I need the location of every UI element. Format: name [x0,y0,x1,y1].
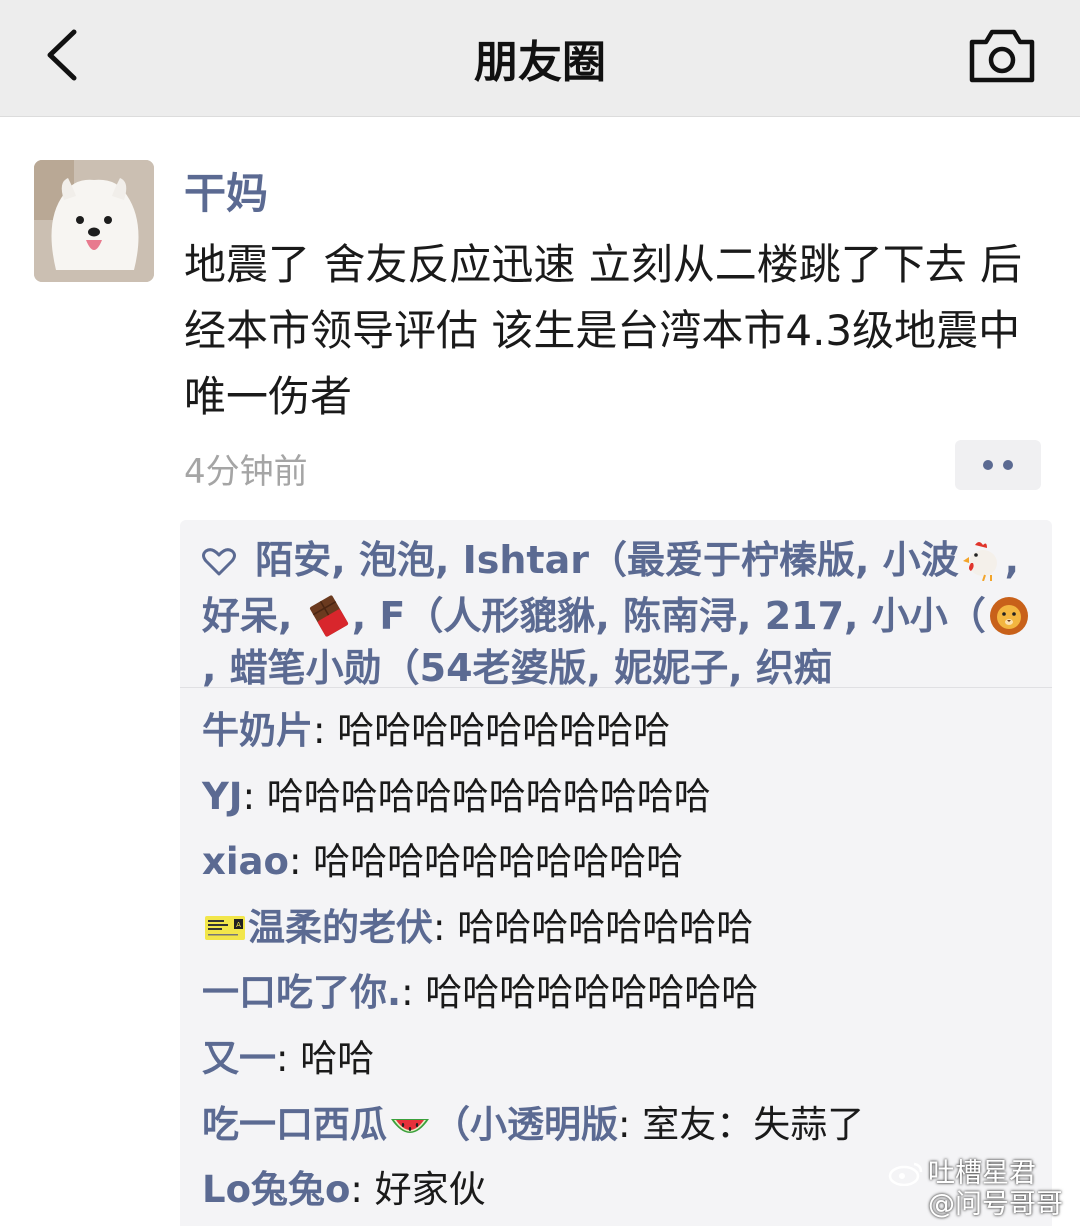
comment-item[interactable]: A 温柔的老伏: 哈哈哈哈哈哈哈哈 [202,895,1042,961]
comment-author-tail[interactable]: （小透明版 [433,1103,618,1146]
avatar[interactable] [34,160,154,282]
watermark-line2: @问号哥哥 [928,1189,1063,1220]
watermark-line1: 吐槽星君 [888,1158,1074,1189]
like-name[interactable]: Ishtar（最爱于柠榛版 [463,538,855,582]
like-name[interactable]: F（人形貔貅 [379,594,595,638]
comment-item[interactable]: YJ: 哈哈哈哈哈哈哈哈哈哈哈哈 [202,764,1042,830]
heart-icon [202,538,242,590]
comment-text: 哈哈哈哈哈哈哈哈哈哈 [313,840,684,884]
comment-text: 哈哈 [300,1036,375,1080]
comment-text: 哈哈哈哈哈哈哈哈哈 [425,971,759,1015]
comment-text: 哈哈哈哈哈哈哈哈哈哈哈哈 [266,774,711,818]
comment-item[interactable]: 牛奶片: 哈哈哈哈哈哈哈哈哈 [202,698,1042,764]
dot-icon [983,460,993,470]
like-name[interactable]: 织痴 [756,646,832,690]
chocolate-emoji[interactable] [308,595,350,637]
svg-text:A: A [236,921,241,929]
like-name[interactable]: 陌安 [255,538,331,582]
post-author[interactable]: 干妈 [184,160,268,221]
comment-author[interactable]: YJ [202,775,243,818]
comment-author[interactable]: xiao [202,840,289,883]
like-name[interactable]: 陈南浔 [623,594,737,638]
divider [180,687,1052,688]
like-name[interactable]: 小小（ [872,594,986,638]
weibo-logo-icon [888,1162,923,1187]
like-name[interactable]: 好呆 [202,594,278,638]
post-text: 地震了 舍友反应迅速 立刻从二楼跳了下去 后经本市领导评估 该生是台湾本市4.3… [184,240,1023,421]
watermelon-emoji [389,1100,431,1142]
like-name[interactable]: 小波 [883,538,959,582]
comment-text: 室友：失蒜了 [642,1102,865,1146]
camera-icon [969,29,1035,83]
like-name[interactable]: 217 [765,594,844,638]
like-name[interactable]: 妮妮子 [614,646,728,690]
page-title: 朋友圈 [474,37,606,88]
comment-item[interactable]: 一口吃了你.: 哈哈哈哈哈哈哈哈哈 [202,960,1042,1026]
camera-button[interactable] [962,22,1042,88]
like-name[interactable]: 蜡笔小勋（54老婆版 [230,646,587,690]
comment-author[interactable]: 吃一口西瓜 [202,1103,387,1146]
interaction-panel: 陌安, 泡泡, Ishtar（最爱于柠榛版, 小波, 好呆, , F（人形貔貅,… [180,520,1052,1226]
samoyed-dog-avatar [34,160,154,282]
lion-emoji [988,595,1030,637]
concert-ticket-emoji: A [204,903,246,945]
comment-text: 哈哈哈哈哈哈哈哈 [457,905,754,949]
post-time: 4分钟前 [184,452,308,492]
comment-author[interactable]: Lo兔兔o [202,1168,350,1211]
rooster-emoji [961,539,1003,582]
comment-author[interactable]: 温柔的老伏 [248,906,433,949]
comment-text: 好家伙 [374,1168,486,1212]
likes-list: 陌安, 泡泡, Ishtar（最爱于柠榛版, 小波, 好呆, , F（人形貔貅,… [202,534,1042,694]
watermark: 吐槽星君 @问号哥哥 [888,1158,1074,1224]
comment-item[interactable]: xiao: 哈哈哈哈哈哈哈哈哈哈 [202,829,1042,895]
comment-list: 牛奶片: 哈哈哈哈哈哈哈哈哈 YJ: 哈哈哈哈哈哈哈哈哈哈哈哈 xiao: 哈哈… [202,698,1042,1223]
comment-item[interactable]: 又一: 哈哈 [202,1026,1042,1092]
more-actions-button[interactable] [955,440,1041,490]
comment-author[interactable]: 牛奶片 [202,709,313,752]
comment-text: 哈哈哈哈哈哈哈哈哈 [337,709,671,752]
navbar: 朋友圈 [0,0,1080,117]
comment-item[interactable]: 吃一口西瓜 （小透明版: 室友：失蒜了 [202,1092,1042,1158]
dot-icon [1003,460,1013,470]
like-name[interactable]: 泡泡 [359,538,435,582]
comment-author[interactable]: 又一 [202,1037,276,1080]
comment-author[interactable]: 一口吃了你. [202,971,401,1014]
